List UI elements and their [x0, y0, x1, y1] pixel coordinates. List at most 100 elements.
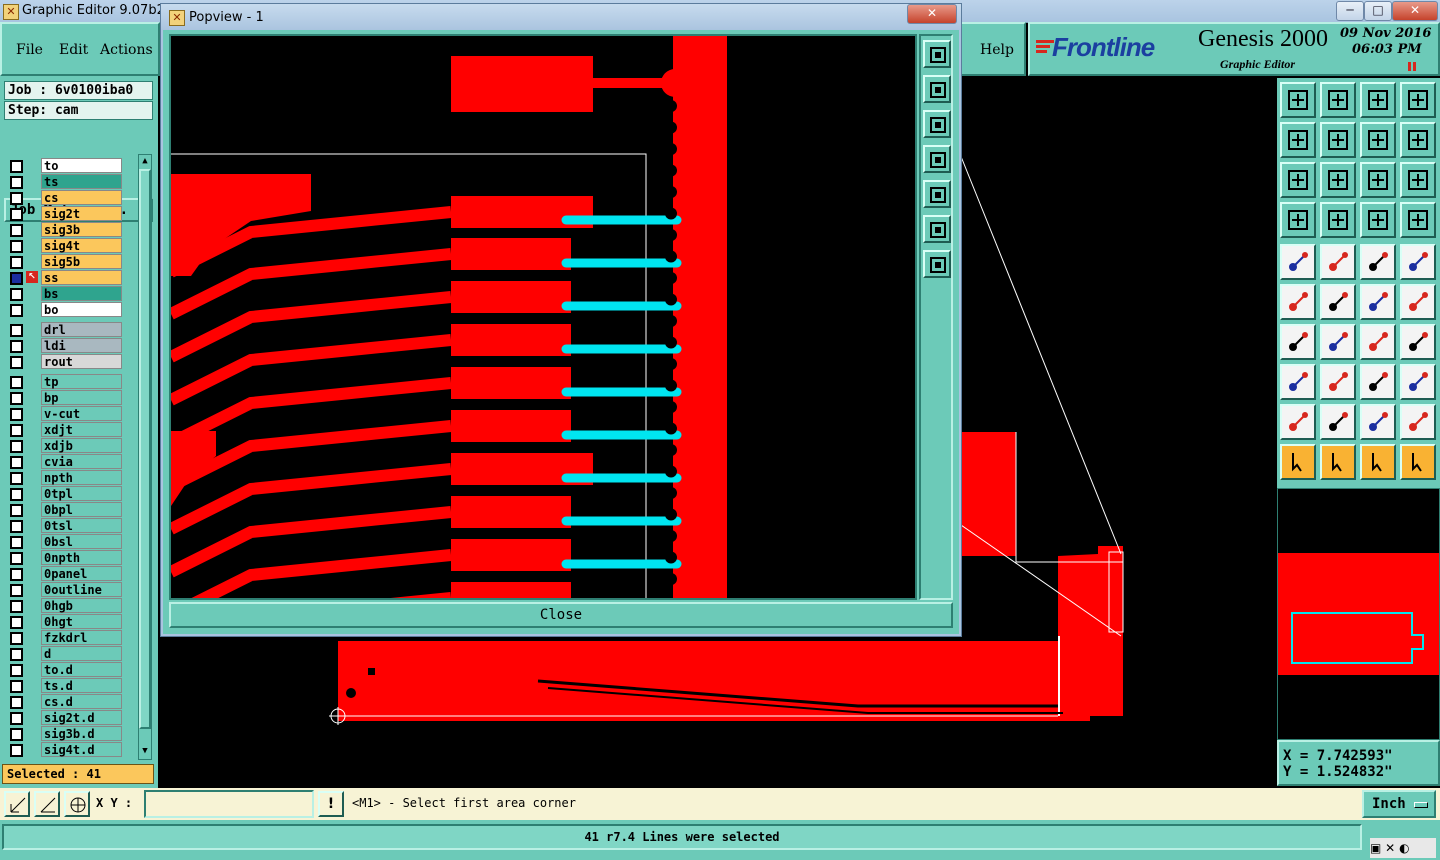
layer-checkbox[interactable]: [10, 224, 23, 237]
snap-mode-icon[interactable]: [4, 791, 30, 817]
layer-name[interactable]: sig3b: [41, 222, 122, 237]
scroll-down-icon[interactable]: ▼: [140, 745, 150, 757]
select-arrow-tool[interactable]: [1280, 444, 1316, 480]
layer-checkbox[interactable]: [10, 664, 23, 677]
zoom-in-button[interactable]: [923, 40, 951, 68]
layer-checkbox[interactable]: [10, 408, 23, 421]
layer-name[interactable]: cs: [41, 190, 122, 205]
segment-tool[interactable]: [1320, 364, 1356, 400]
net-tool[interactable]: [1280, 284, 1316, 320]
grid-snap-icon[interactable]: [64, 791, 90, 817]
layer-checkbox[interactable]: [10, 208, 23, 221]
close-window-button[interactable]: ✕: [1392, 1, 1438, 21]
minimize-button[interactable]: ─: [1336, 1, 1364, 21]
layer-row-cvia[interactable]: cvia: [6, 454, 124, 470]
layer-checkbox[interactable]: [10, 324, 23, 337]
layer-checkbox[interactable]: [10, 192, 23, 205]
pan-button[interactable]: [923, 250, 951, 278]
cluster-tool[interactable]: [1400, 364, 1436, 400]
layer-checkbox[interactable]: [10, 568, 23, 581]
layer-row-npth[interactable]: npth: [6, 470, 124, 486]
layer-checkbox[interactable]: [10, 440, 23, 453]
angle-snap-icon[interactable]: [34, 791, 60, 817]
layer-row-sig4t[interactable]: sig4t: [6, 238, 124, 254]
angle-tool[interactable]: [1280, 324, 1316, 360]
split-view-tool[interactable]: [1400, 82, 1436, 118]
layer-name[interactable]: drl: [41, 322, 122, 337]
layer-name[interactable]: bo: [41, 302, 122, 317]
tray-x-icon[interactable]: ✕: [1385, 841, 1395, 855]
pad-add-tool[interactable]: [1280, 244, 1316, 280]
layer-checkbox[interactable]: [10, 680, 23, 693]
layer-row-fzkdrl[interactable]: fzkdrl: [6, 630, 124, 646]
layer-name[interactable]: tp: [41, 374, 122, 389]
layer-row-ss[interactable]: ↖ ss: [6, 270, 124, 286]
layer-name[interactable]: cs.d: [41, 694, 122, 709]
layer-row-ldi[interactable]: ldi: [6, 338, 124, 354]
layer-checkbox[interactable]: [10, 552, 23, 565]
layer-name[interactable]: sig4t: [41, 238, 122, 253]
circle-tool[interactable]: [1400, 244, 1436, 280]
layer-checkbox[interactable]: [10, 240, 23, 253]
layer-row-0hgt[interactable]: 0hgt: [6, 614, 124, 630]
fit-tool[interactable]: [1360, 364, 1396, 400]
line-draw-tool[interactable]: [1320, 244, 1356, 280]
snake-tool[interactable]: [1400, 122, 1436, 158]
popview-close-button[interactable]: Close: [169, 602, 953, 628]
scroll-thumb[interactable]: [139, 169, 151, 729]
layer-name[interactable]: sig3b.d: [41, 726, 122, 741]
layer-name[interactable]: 0hgt: [41, 614, 122, 629]
layer-row-sig3b[interactable]: sig3b: [6, 222, 124, 238]
layer-row-0panel[interactable]: 0panel: [6, 566, 124, 582]
diagonal-tool[interactable]: [1320, 324, 1356, 360]
menu-file[interactable]: File: [16, 42, 43, 58]
layer-checkbox[interactable]: [10, 584, 23, 597]
layer-row-sig3b.d[interactable]: sig3b.d: [6, 726, 124, 742]
move-down-tool[interactable]: [1320, 82, 1356, 118]
layer-checkbox[interactable]: [10, 424, 23, 437]
layer-name[interactable]: 0bpl: [41, 502, 122, 517]
layer-checkbox[interactable]: [10, 340, 23, 353]
layer-checkbox[interactable]: [10, 392, 23, 405]
layer-name[interactable]: bs: [41, 286, 122, 301]
arc-tool[interactable]: [1360, 324, 1396, 360]
triangle-tool[interactable]: [1280, 404, 1316, 440]
layer-row-0tsl[interactable]: 0tsl: [6, 518, 124, 534]
layer-checkbox[interactable]: [10, 536, 23, 549]
help-query-tool[interactable]: [1400, 162, 1436, 198]
layer-row-to.d[interactable]: to.d: [6, 662, 124, 678]
one-to-two-tool[interactable]: [1360, 162, 1396, 198]
layer-row-xdjt[interactable]: xdjt: [6, 422, 124, 438]
layer-checkbox[interactable]: [10, 376, 23, 389]
triangle-down-tool[interactable]: [1400, 404, 1436, 440]
layer-checkbox[interactable]: [10, 256, 23, 269]
layer-checkbox[interactable]: [10, 160, 23, 173]
swap-tool[interactable]: [1360, 122, 1396, 158]
move-left-tool[interactable]: [1280, 122, 1316, 158]
layer-checkbox[interactable]: [10, 728, 23, 741]
dimension-tool[interactable]: [1360, 244, 1396, 280]
layer-name[interactable]: 0tsl: [41, 518, 122, 533]
layer-name[interactable]: ldi: [41, 338, 122, 353]
layer-checkbox[interactable]: [10, 472, 23, 485]
layer-row-xdjb[interactable]: xdjb: [6, 438, 124, 454]
page-right-button[interactable]: [923, 180, 951, 208]
scroll-up-icon[interactable]: ▲: [140, 155, 150, 167]
cross-tool[interactable]: [1320, 284, 1356, 320]
triangle-arc-tool[interactable]: [1360, 404, 1396, 440]
layer-checkbox[interactable]: [10, 520, 23, 533]
layer-row-drl[interactable]: drl: [6, 322, 124, 338]
move-up-tool[interactable]: [1280, 82, 1316, 118]
layer-name[interactable]: xdjb: [41, 438, 122, 453]
layer-row-rout[interactable]: rout: [6, 354, 124, 370]
layer-checkbox[interactable]: [10, 504, 23, 517]
layer-name[interactable]: sig4t.d: [41, 742, 122, 757]
layer-row-ts.d[interactable]: ts.d: [6, 678, 124, 694]
layer-checkbox[interactable]: [10, 632, 23, 645]
layer-name[interactable]: fzkdrl: [41, 630, 122, 645]
select-round-tool[interactable]: [1360, 444, 1396, 480]
layer-row-0bpl[interactable]: 0bpl: [6, 502, 124, 518]
connect-tool[interactable]: [1360, 284, 1396, 320]
layer-name[interactable]: cvia: [41, 454, 122, 469]
layer-name[interactable]: 0hgb: [41, 598, 122, 613]
